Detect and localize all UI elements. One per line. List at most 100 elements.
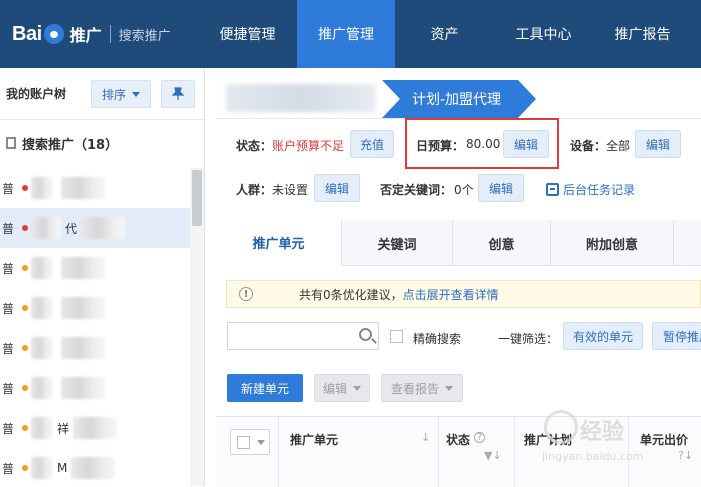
negative-keywords-label: 否定关键词： <box>380 183 453 197</box>
campaign-list-item[interactable]: 普 <box>0 368 190 408</box>
edit-dropdown-label: 编辑 <box>322 381 347 396</box>
campaign-list-item[interactable]: 普M <box>0 448 190 486</box>
plan-title-tag: 计划-加盟代理 <box>382 80 536 118</box>
campaign-name-blurred <box>61 177 105 199</box>
tab-creatives[interactable]: 创意 <box>453 220 551 266</box>
breadcrumb-blurred <box>226 84 376 112</box>
baidu-logo[interactable]: Bai 推广 搜索推广 <box>12 20 171 48</box>
sidebar-scrollbar[interactable] <box>190 168 204 486</box>
campaign-name-blurred <box>31 457 53 479</box>
campaign-list-item[interactable]: 普 <box>0 248 190 288</box>
device-value: 全部 <box>606 139 631 153</box>
status-label: 状态： <box>236 139 273 153</box>
main-nav: 便捷管理 推广管理 资产 工具中心 推广报告 <box>198 0 692 68</box>
baidu-jingyan-watermark: 经验 jingyan.baidu.com <box>540 406 700 476</box>
campaign-name-blurred <box>31 257 53 279</box>
search-icon[interactable] <box>359 328 372 341</box>
campaign-type-tag: 普 <box>2 381 15 396</box>
campaign-name-blurred <box>31 177 53 199</box>
filter-icon[interactable]: ▼↓ <box>484 449 502 462</box>
pin-button[interactable] <box>161 80 195 108</box>
info-icon: ! <box>239 287 253 301</box>
campaign-name-blurred <box>31 337 53 359</box>
chevron-down-icon <box>257 440 265 445</box>
negative-keywords-edit-button[interactable]: 编辑 <box>478 174 524 202</box>
tab-promotion-units[interactable]: 推广单元 <box>216 220 342 266</box>
campaign-list-item[interactable]: 普代 <box>0 208 190 248</box>
nav-item-promotion-report[interactable]: 推广报告 <box>593 0 692 68</box>
watermark-title: 经验 <box>580 419 625 444</box>
campaign-list-item[interactable]: 普 <box>0 168 190 208</box>
sort-button[interactable]: 排序 <box>91 80 151 108</box>
device-label: 设备： <box>570 139 607 153</box>
edit-dropdown-button[interactable]: 编辑 <box>314 374 370 402</box>
campaign-list-item[interactable]: 普祥 <box>0 408 190 448</box>
campaign-type-tag: 普 <box>2 221 15 236</box>
status-dot-icon <box>22 265 28 271</box>
campaign-name-fragment: 代 <box>65 221 78 236</box>
budget-highlight-box <box>405 118 559 169</box>
campaign-type-tag: 普 <box>2 341 15 356</box>
campaign-name-blurred <box>31 377 53 399</box>
sort-arrow-icon[interactable]: ↓ <box>421 431 430 444</box>
unit-search-input[interactable] <box>227 322 379 350</box>
campaign-type-tag: 普 <box>2 181 15 196</box>
select-all-checkbox[interactable] <box>237 436 250 449</box>
document-icon <box>6 137 16 149</box>
exact-search-checkbox[interactable] <box>390 330 403 343</box>
paused-filter-button[interactable]: 暂停推广 <box>652 322 701 350</box>
campaign-list-item[interactable]: 普 <box>0 288 190 328</box>
campaign-name-blurred <box>31 417 53 439</box>
scrollbar-thumb[interactable] <box>192 170 202 226</box>
nav-item-tool-center[interactable]: 工具中心 <box>494 0 593 68</box>
valid-units-filter-button[interactable]: 有效的单元 <box>563 322 643 350</box>
view-report-label: 查看报告 <box>390 381 439 396</box>
campaign-name-blurred <box>31 297 53 319</box>
column-divider <box>438 417 439 487</box>
task-log-link[interactable]: 后台任务记录 <box>546 181 635 198</box>
optimization-notice: ! 共有0条优化建议， 点击展开查看详情 <box>226 280 701 308</box>
tab-keywords[interactable]: 关键词 <box>342 220 453 266</box>
new-unit-button[interactable]: 新建单元 <box>227 374 303 402</box>
campaign-type-tag: 普 <box>2 421 15 436</box>
tab-extra-creatives[interactable]: 附加创意 <box>551 220 674 266</box>
column-divider <box>514 417 515 487</box>
campaign-list-item[interactable]: 普 <box>0 328 190 368</box>
notice-expand-link[interactable]: 点击展开查看详情 <box>403 286 499 303</box>
help-icon[interactable]: ? <box>474 432 485 443</box>
exact-search-label: 精确搜索 <box>413 332 462 346</box>
campaign-name-blurred <box>31 217 61 239</box>
column-header-unit[interactable]: 推广单元 <box>290 431 338 448</box>
sort-label: 排序 <box>101 87 126 102</box>
campaign-name-blurred <box>81 217 126 239</box>
campaign-name-fragment: 祥 <box>57 421 70 436</box>
campaign-name-blurred <box>61 297 105 319</box>
status-dot-icon <box>22 225 28 231</box>
group-label: 搜索推广（18） <box>22 137 119 153</box>
audience-edit-button[interactable]: 编辑 <box>314 174 360 202</box>
pin-icon <box>172 87 184 100</box>
baidu-paw-icon <box>43 24 64 44</box>
select-all-dropdown[interactable] <box>230 429 270 455</box>
campaign-name-blurred <box>61 257 105 279</box>
status-value: 账户预算不足 <box>272 139 345 153</box>
status-dot-icon <box>22 385 28 391</box>
sidebar-title: 我的账户树 <box>6 87 67 101</box>
device-edit-button[interactable]: 编辑 <box>635 130 681 158</box>
nav-item-assets[interactable]: 资产 <box>395 0 494 68</box>
search-promotion-group[interactable]: 搜索推广（18） <box>0 126 205 160</box>
audience-label: 人群： <box>236 183 273 197</box>
top-navigation-bar: Bai 推广 搜索推广 便捷管理 推广管理 资产 工具中心 推广报告 <box>0 0 701 68</box>
nav-item-promotion-manage[interactable]: 推广管理 <box>297 0 395 68</box>
nav-item-quick-manage[interactable]: 便捷管理 <box>198 0 297 68</box>
column-divider <box>278 417 279 487</box>
content-tabs: 推广单元 关键词 创意 附加创意 <box>216 220 701 266</box>
account-tree-sidebar: 我的账户树 排序 搜索推广（18） 普普代普普普普普祥普M <box>0 68 205 486</box>
view-report-dropdown-button[interactable]: 查看报告 <box>381 374 463 402</box>
campaign-name-blurred <box>61 337 105 359</box>
chevron-down-icon <box>353 385 361 391</box>
chevron-down-icon <box>445 385 453 391</box>
recharge-button[interactable]: 充值 <box>350 130 394 158</box>
column-header-status[interactable]: 状态 <box>446 431 470 448</box>
calendar-icon <box>546 183 559 196</box>
